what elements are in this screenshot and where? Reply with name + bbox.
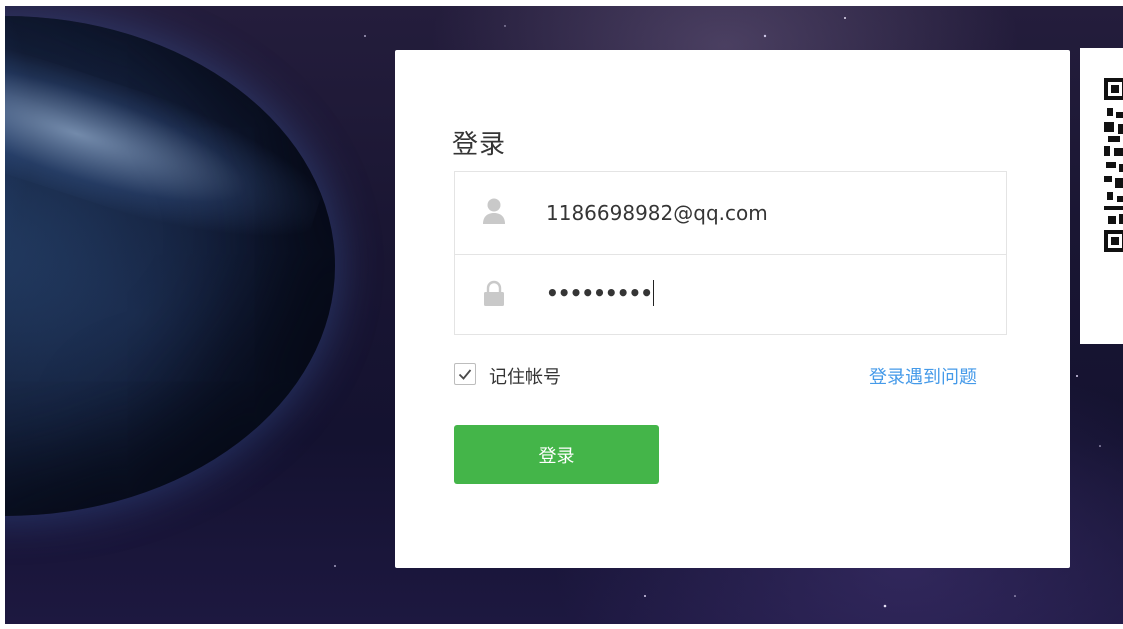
user-icon xyxy=(482,197,506,227)
lock-icon xyxy=(482,279,506,309)
account-field[interactable]: 1186698982@qq.com xyxy=(455,172,1006,255)
qr-login-panel[interactable] xyxy=(1080,48,1123,344)
password-field[interactable]: ••••••••• xyxy=(455,254,1006,336)
remember-checkbox[interactable] xyxy=(454,363,476,385)
account-input[interactable]: 1186698982@qq.com xyxy=(546,201,768,225)
login-card: 登录 1186698982@qq.com ••••••••• 记住帐号 登录遇到… xyxy=(395,50,1070,568)
login-page-background: 登录 1186698982@qq.com ••••••••• 记住帐号 登录遇到… xyxy=(5,6,1123,624)
text-cursor xyxy=(653,280,655,306)
login-title: 登录 xyxy=(452,130,507,160)
password-dots: ••••••••• xyxy=(546,281,653,305)
remember-label[interactable]: 记住帐号 xyxy=(489,363,561,389)
credentials-group: 1186698982@qq.com ••••••••• xyxy=(454,171,1007,335)
checkmark-icon xyxy=(458,369,472,380)
password-input[interactable]: ••••••••• xyxy=(546,280,655,306)
login-button[interactable]: 登录 xyxy=(454,425,659,484)
qr-code-icon xyxy=(1104,78,1123,252)
login-help-link[interactable]: 登录遇到问题 xyxy=(869,363,977,389)
